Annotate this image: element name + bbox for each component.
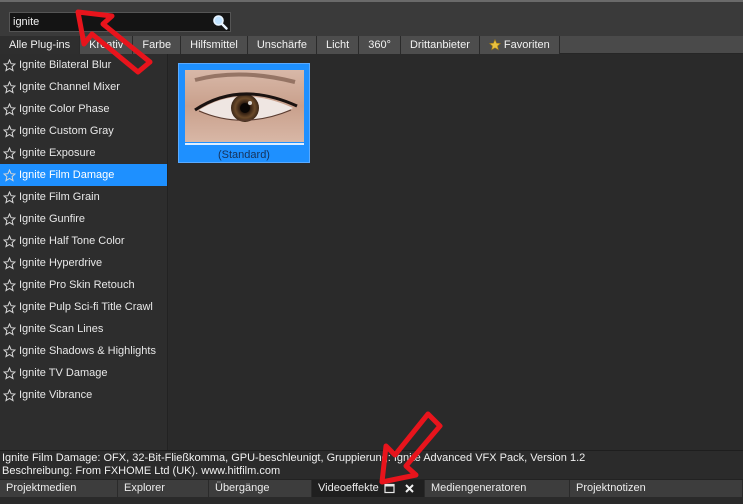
tab-360°[interactable]: 360° [359, 36, 401, 54]
favorite-star-icon[interactable] [3, 80, 16, 94]
favorite-star-icon[interactable] [3, 102, 16, 116]
top-bar [0, 0, 743, 36]
effect-item[interactable]: Ignite Hyperdrive [0, 252, 167, 274]
tab-label: Favoriten [503, 38, 550, 51]
favorite-star-icon[interactable] [3, 168, 16, 182]
preset-area: (Standard) [169, 54, 743, 450]
favorite-star-icon[interactable] [3, 124, 16, 138]
panel-tabs: Projektmedien Explorer Übergänge Videoeffek… [0, 479, 743, 497]
effect-item[interactable]: Ignite Pro Skin Retouch [0, 274, 167, 296]
effect-item[interactable]: Ignite Shadows & Highlights [0, 340, 167, 362]
preset-thumbnail-standard[interactable]: (Standard) [178, 63, 310, 163]
effect-label: Ignite Bilateral Blur [19, 59, 112, 71]
favorite-star-icon[interactable] [3, 366, 16, 380]
tab-unschärfe[interactable]: Unschärfe [247, 36, 317, 54]
tab-label: Alle Plug-ins [9, 38, 71, 51]
effect-label: Ignite Scan Lines [19, 323, 104, 335]
panel-tab-label: Projektmedien [6, 482, 77, 494]
tab-drittanbieter[interactable]: Drittanbieter [400, 36, 480, 54]
favorite-star-icon[interactable] [3, 212, 16, 226]
effect-label: Ignite Hyperdrive [19, 257, 103, 269]
tab-label: Kreativ [89, 38, 124, 51]
preset-caption: (Standard) [218, 149, 270, 161]
effect-label: Ignite Pro Skin Retouch [19, 279, 135, 291]
tab-label: Unschärfe [256, 38, 307, 51]
effect-item[interactable]: Ignite Gunfire [0, 208, 167, 230]
favorite-star-icon[interactable] [3, 146, 16, 160]
tab-label: Farbe [142, 38, 172, 51]
effect-label: Ignite Custom Gray [19, 125, 114, 137]
favorite-star-icon[interactable] [3, 190, 16, 204]
panel-tab-label: Übergänge [215, 482, 270, 494]
effect-item[interactable]: Ignite Film Grain [0, 186, 167, 208]
favorite-star-icon[interactable] [3, 322, 16, 336]
effect-item[interactable]: Ignite Scan Lines [0, 318, 167, 340]
effect-item[interactable]: Ignite Film Damage [0, 164, 167, 186]
effects-list: Ignite Bilateral Blur Ignite Channel Mixe… [0, 54, 168, 450]
effect-label: Ignite Gunfire [19, 213, 86, 225]
effect-item[interactable]: Ignite Color Phase [0, 98, 167, 120]
favorite-star-icon[interactable] [3, 256, 16, 270]
panel-tab-label: Projektnotizen [576, 482, 646, 494]
status-line-info: Ignite Film Damage: OFX, 32-Bit-Fließkom… [2, 452, 586, 464]
favorite-star-icon[interactable] [3, 388, 16, 402]
close-icon[interactable] [404, 483, 415, 494]
tab-label: Drittanbieter [409, 38, 470, 51]
panel-tab-übergänge[interactable]: Übergänge [209, 480, 312, 497]
tab-licht[interactable]: Licht [316, 36, 360, 54]
effect-label: Ignite Vibrance [19, 389, 93, 401]
favorite-star-icon[interactable] [3, 58, 16, 72]
tab-farbe[interactable]: Farbe [133, 36, 182, 54]
effect-item[interactable]: Ignite Vibrance [0, 384, 167, 406]
panel-tab-label: Videoeffekte [318, 482, 379, 494]
effect-item[interactable]: Ignite Channel Mixer [0, 76, 167, 98]
effect-item[interactable]: Ignite Pulp Sci-fi Title Crawl [0, 296, 167, 318]
favorite-star-icon[interactable] [3, 234, 16, 248]
favorite-star-icon[interactable] [3, 300, 16, 314]
effect-label: Ignite Shadows & Highlights [19, 345, 156, 357]
tab-label: Hilfsmittel [190, 38, 238, 51]
star-filled-icon [488, 39, 501, 51]
maximize-icon[interactable] [384, 483, 395, 494]
status-line-description: Beschreibung: From FXHOME Ltd (UK). www.… [2, 465, 281, 477]
effect-label: Ignite Exposure [19, 147, 96, 159]
panel-tab-projektnotizen[interactable]: Projektnotizen [570, 480, 743, 497]
preset-preview-image [185, 70, 304, 142]
panel-tab-videoeffekte[interactable]: Videoeffekte [312, 480, 425, 497]
tab-kreativ[interactable]: Kreativ [80, 36, 134, 54]
preset-divider [185, 143, 304, 145]
panel-tab-label: Explorer [124, 482, 165, 494]
tab-hilfsmittel[interactable]: Hilfsmittel [181, 36, 248, 54]
effect-item[interactable]: Ignite TV Damage [0, 362, 167, 384]
tab-favoriten[interactable]: Favoriten [479, 36, 560, 54]
effect-label: Ignite Film Grain [19, 191, 100, 203]
effect-label: Ignite Film Damage [19, 169, 115, 181]
effect-label: Ignite Channel Mixer [19, 81, 120, 93]
effect-item[interactable]: Ignite Bilateral Blur [0, 54, 167, 76]
effect-item[interactable]: Ignite Exposure [0, 142, 167, 164]
search-input[interactable] [13, 14, 209, 30]
bottom-edge [0, 497, 743, 504]
search-box[interactable] [9, 12, 231, 32]
effect-item[interactable]: Ignite Half Tone Color [0, 230, 167, 252]
category-tabs: Alle Plug-ins Kreativ Farbe Hilfsmittel Unsc… [0, 36, 743, 54]
panel-tab-label: Mediengeneratoren [431, 482, 527, 494]
favorite-star-icon[interactable] [3, 278, 16, 292]
search-icon[interactable] [212, 14, 228, 30]
tab-alle-plug-ins[interactable]: Alle Plug-ins [0, 36, 81, 54]
status-bar: Ignite Film Damage: OFX, 32-Bit-Fließkom… [0, 450, 743, 478]
panel-tab-projektmedien[interactable]: Projektmedien [0, 480, 118, 497]
effect-label: Ignite Color Phase [19, 103, 110, 115]
panel-tab-mediengeneratoren[interactable]: Mediengeneratoren [425, 480, 570, 497]
panel-tab-explorer[interactable]: Explorer [118, 480, 209, 497]
tab-label: 360° [368, 38, 391, 51]
effect-item[interactable]: Ignite Custom Gray [0, 120, 167, 142]
favorite-star-icon[interactable] [3, 344, 16, 358]
effect-label: Ignite TV Damage [19, 367, 108, 379]
effect-label: Ignite Half Tone Color [19, 235, 125, 247]
effect-label: Ignite Pulp Sci-fi Title Crawl [19, 301, 153, 313]
tab-label: Licht [325, 38, 350, 51]
